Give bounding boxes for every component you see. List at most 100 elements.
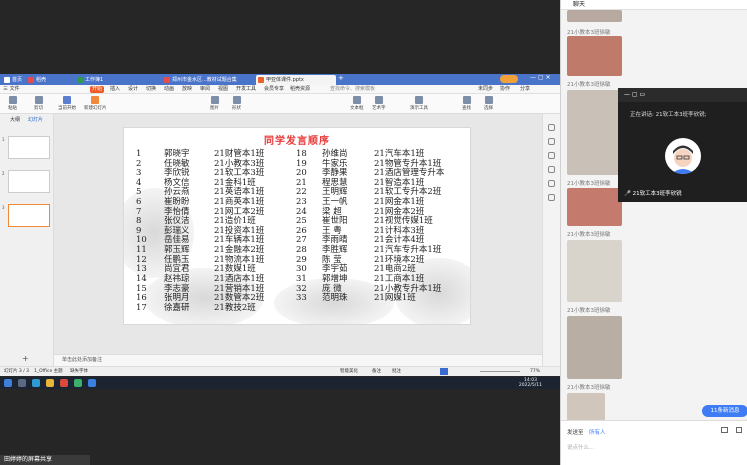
chat-image[interactable]	[567, 393, 605, 421]
clock: 14:03 2022/5/11	[518, 378, 542, 388]
wordart-icon	[374, 96, 383, 104]
slide[interactable]: 同学发言顺序 1 郭晓宇 21财管本1班 2 任晓敏 21小教本3班 3 李欣锐 21软工本3班…	[123, 127, 471, 325]
shape-button[interactable]: 形状	[232, 96, 241, 111]
chat-image[interactable]	[567, 36, 622, 76]
speaker-window[interactable]: — ▢ ▭ 正在讲话: 21软工本3班李欣锐; 🎤 21软工本3班李欣锐	[618, 88, 747, 202]
menu-file[interactable]: 三 文件	[3, 86, 20, 93]
find-button[interactable]: 查找	[462, 96, 471, 111]
textbox-button[interactable]: 文本框	[350, 96, 364, 111]
window-controls[interactable]: — ▢ ✕	[530, 74, 551, 81]
avatar	[665, 138, 701, 174]
present-tools-button[interactable]: 演示工具	[410, 96, 428, 111]
menu-developer[interactable]: 开发工具	[236, 86, 256, 93]
chat-image[interactable]	[567, 240, 622, 302]
cut-icon	[34, 96, 43, 104]
play-current-button[interactable]: 当前开始	[58, 96, 76, 111]
wps-ribbon: 粘贴 剪切 当前开始 新建幻灯片 图片 形状 文本框 艺术字 演示工具 查找 选…	[0, 94, 560, 114]
collab-button[interactable]: 协作	[500, 86, 510, 93]
start-icon[interactable]	[4, 379, 12, 387]
chat-image[interactable]	[567, 188, 622, 226]
tab-pdf[interactable]: 郑州市金水区...教材试题合集	[162, 75, 252, 85]
compose-area: 发送至 所有人 说点什么...	[561, 420, 747, 465]
tab-pptx[interactable]: 甲亚体课件.pptx	[256, 75, 336, 85]
paste-button[interactable]: 粘贴	[8, 96, 17, 111]
meeting-icon[interactable]	[88, 379, 96, 387]
tab-workbook[interactable]: 工作簿1	[75, 75, 115, 85]
wordart-button[interactable]: 艺术字	[372, 96, 386, 111]
browser-icon[interactable]	[32, 379, 40, 387]
tool-icon[interactable]	[548, 138, 555, 145]
wps-tab-bar: 首页 稻壳 工作簿1 郑州市金水区...教材试题合集 甲亚体课件.pptx + …	[0, 74, 560, 85]
menu-docer[interactable]: 稻壳资源	[290, 86, 310, 93]
app-icon[interactable]	[74, 379, 82, 387]
tab-outline[interactable]: 大纲	[10, 116, 20, 123]
select-icon	[484, 96, 493, 104]
search-command[interactable]: 查找命令、搜索模板	[330, 86, 375, 93]
notes-area[interactable]: 单击此处添加备注	[54, 354, 542, 366]
chat-input[interactable]: 说点什么...	[567, 443, 594, 451]
menu-insert[interactable]: 插入	[110, 86, 120, 93]
play-icon	[63, 96, 71, 104]
avatar-icon	[671, 145, 695, 174]
tool-icon[interactable]	[548, 194, 555, 201]
chat-image[interactable]	[567, 90, 622, 175]
picture-button[interactable]: 图片	[210, 96, 219, 111]
member-badge[interactable]	[500, 75, 518, 83]
menu-animation[interactable]: 动画	[164, 86, 174, 93]
menu-member[interactable]: 会员专享	[264, 86, 284, 93]
paste-icon	[8, 96, 17, 104]
list-left: 1 郭晓宇 21财管本1班 2 任晓敏 21小教本3班 3 李欣锐 21软工本3班 4 杨文信 21金…	[136, 149, 296, 314]
picture-icon	[210, 96, 219, 104]
slide-thumb-3[interactable]	[8, 204, 50, 227]
menu-view[interactable]: 视图	[218, 86, 228, 93]
now-speaking-label: 正在讲话: 21软工本3班李欣锐;	[630, 112, 707, 118]
list-item: 33 范明珠 21网媒1班	[296, 293, 470, 304]
cut-button[interactable]: 剪切	[34, 96, 43, 111]
unsynced-button[interactable]: 未同步	[478, 86, 493, 93]
list-item: 17 徐嘉研 21教技2班	[136, 303, 296, 314]
file-icon[interactable]	[736, 427, 742, 433]
slide-panel: 大纲 幻灯片 1 2 3 +	[0, 114, 54, 376]
window-controls[interactable]: — ▢ ▭	[624, 91, 645, 98]
chat-header: 聊天	[561, 0, 747, 10]
menu-review[interactable]: 审阅	[200, 86, 210, 93]
chat-panel: 聊天 21小教本3班徐敏 21小教本3班徐敏 21小教本3班徐敏 21小教本3班…	[560, 0, 747, 465]
send-to-selector[interactable]: 所有人	[589, 428, 606, 436]
chat-image[interactable]	[567, 10, 622, 22]
zoom-slider[interactable]	[480, 371, 520, 372]
search-icon[interactable]	[18, 379, 26, 387]
list-name: 范明珠	[322, 293, 348, 304]
add-slide-icon[interactable]: +	[22, 354, 29, 363]
play-slideshow-button[interactable]	[440, 368, 448, 375]
tool-icon[interactable]	[548, 152, 555, 159]
select-button[interactable]: 选择	[484, 96, 493, 111]
folder-icon[interactable]	[46, 379, 54, 387]
find-icon	[462, 96, 471, 104]
new-messages-button[interactable]: 11条新消息	[702, 405, 747, 417]
slide-thumb-2[interactable]	[8, 170, 50, 193]
tool-icon[interactable]	[548, 180, 555, 187]
speaker-toolbar: — ▢ ▭	[618, 88, 747, 102]
image-icon[interactable]	[721, 427, 728, 433]
menu-transition[interactable]: 切换	[146, 86, 156, 93]
tool-icon[interactable]	[548, 166, 555, 173]
wps-icon[interactable]	[60, 379, 68, 387]
textbox-icon	[352, 96, 361, 104]
tab-docer[interactable]: 稻壳	[26, 75, 46, 85]
chat-image[interactable]	[567, 316, 622, 379]
list-right: 18 孙维尚 21汽车本1班 19 牛家乐 21物管专升本1班 20 李静果 21酒店管理专升本…	[296, 149, 470, 304]
slide-title: 同学发言顺序	[264, 136, 330, 147]
add-tab-icon[interactable]: +	[338, 74, 344, 82]
menu-home[interactable]: 开始	[90, 86, 105, 93]
tab-home[interactable]: 首页	[2, 75, 24, 85]
list-num: 33	[296, 293, 307, 304]
slide-thumb-1[interactable]	[8, 136, 50, 159]
shape-icon	[232, 96, 241, 104]
tool-icon[interactable]	[548, 124, 555, 131]
tab-slides[interactable]: 幻灯片	[28, 116, 43, 123]
share-button[interactable]: 分享	[520, 86, 530, 93]
menu-slideshow[interactable]: 放映	[182, 86, 192, 93]
menu-design[interactable]: 设计	[128, 86, 138, 93]
new-slide-button[interactable]: 新建幻灯片	[84, 96, 107, 111]
new-slide-icon	[91, 96, 100, 104]
